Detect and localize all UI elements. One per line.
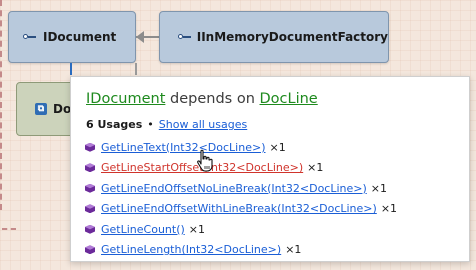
usage-row: GetLineText(Int32<DocLine>) ×1 [85,137,397,158]
usage-method-link[interactable]: GetLineEndOffsetWithLineBreak(Int32<DocL… [101,202,377,215]
method-icon [85,224,97,235]
node-label: Do [53,102,72,116]
usage-summary: 6 Usages • Show all usages [86,118,247,131]
dependency-edge-selected[interactable] [70,63,72,75]
node-idocument[interactable]: IDocument [8,11,136,63]
title-connector: depends on [170,91,255,107]
usage-count-badge: ×1 [307,161,324,175]
method-icon [85,244,97,255]
usage-count-badge: ×1 [269,140,286,154]
source-type-link[interactable]: IDocument [86,91,165,107]
usage-count-badge: ×1 [380,202,398,216]
usage-method-link[interactable]: GetLineLength(Int32<DocLine>) [101,243,281,256]
interface-icon [178,32,191,42]
usage-row: GetLineEndOffsetWithLineBreak(Int32<DocL… [85,199,397,220]
method-icon [85,142,97,153]
dependency-tooltip: IDocument depends on DocLine 6 Usages • Sh… [70,76,470,262]
usage-row: GetLineLength(Int32<DocLine>) ×1 [85,240,397,261]
boundary-dashed-line [0,0,4,210]
bullet-separator: • [147,118,154,131]
usage-row: GetLineEndOffsetNoLineBreak(Int32<DocLin… [85,178,397,199]
usage-method-link[interactable]: GetLineCount() [101,223,185,236]
method-icon [85,183,97,194]
method-icon [85,203,97,214]
usage-count-badge: ×1 [285,243,302,257]
show-all-usages-link[interactable]: Show all usages [159,118,247,131]
tooltip-title: IDocument depends on DocLine [86,91,318,107]
usage-row: GetLineCount() ×1 [85,219,397,240]
usage-row: GetLineStartOffset(Int32<DocLine>)×1 [85,158,397,179]
usage-count: 6 Usages [86,118,143,131]
usage-count-badge: ×1 [370,181,388,195]
node-label: IInMemoryDocumentFactory [196,30,388,44]
hand-pointer-cursor-icon [197,149,213,172]
usage-method-link[interactable]: GetLineEndOffsetNoLineBreak(Int32<DocLin… [101,182,367,195]
node-inmemory-document-factory[interactable]: IInMemoryDocumentFactory [159,11,389,63]
usage-count-badge: ×1 [188,222,205,236]
node-label: IDocument [43,30,117,44]
interface-icon [23,32,37,42]
diagram-canvas[interactable]: IDocument IInMemoryDocumentFactory ⧉ Do … [0,0,476,270]
class-icon: ⧉ [35,103,47,115]
arrowhead-icon [136,31,144,43]
usage-list: GetLineText(Int32<DocLine>)×1GetLineStar… [85,137,397,260]
method-icon [85,162,97,173]
usage-method-link[interactable]: GetLineText(Int32<DocLine>) [101,141,266,154]
dependency-edge-down[interactable] [135,63,137,75]
target-type-link[interactable]: DocLine [260,91,318,107]
boundary-dashed-line-bottom [2,228,16,232]
